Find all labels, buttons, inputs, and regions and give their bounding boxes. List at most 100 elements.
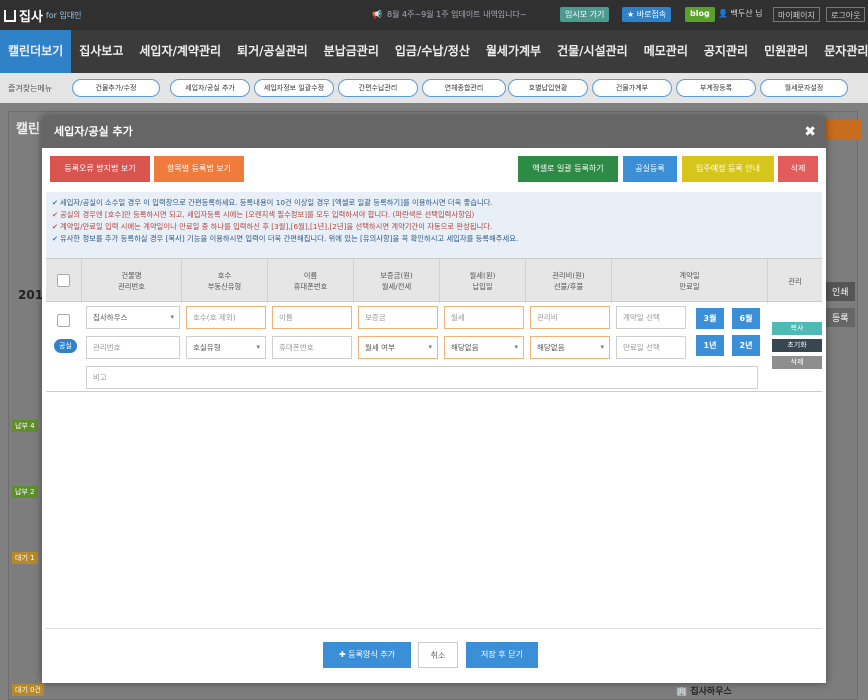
background-register-button: 등록 [826, 308, 855, 327]
app-logo[interactable]: 집사 for 임대인 [4, 6, 82, 25]
nav-vacancy[interactable]: 퇴거/공실관리 [229, 30, 316, 73]
copy-button[interactable]: 복사 [772, 322, 822, 335]
header-label: 관리비(원) [552, 271, 585, 280]
building-select[interactable]: 집사하우스 [86, 306, 180, 329]
background-tag: 납부 4 [12, 420, 38, 432]
main-nav: 캘린더보기 집사보고 세입자/계약관리 퇴거/공실관리 분납금관리 입금/수납/… [0, 30, 868, 73]
save-close-button[interactable]: 저장 후 닫기 [466, 642, 538, 668]
nav-notice[interactable]: 공지관리 [696, 30, 756, 73]
quick-item-add-tenant[interactable]: 세입자/공실 추가 [170, 79, 250, 97]
fee-input[interactable]: 관리비 [530, 306, 610, 329]
contract-date-input[interactable]: 계약일 선택 [616, 306, 686, 329]
header-rent: 월세(원) 납입일 [440, 259, 526, 303]
quick-item-overdue[interactable]: 연체종합관리 [422, 79, 506, 97]
header-label: 호수 [217, 271, 232, 280]
mgmt-number-input[interactable]: 관리번호 [86, 336, 180, 359]
favorites-label: 즐겨찾는메뉴 [8, 84, 53, 93]
memo-textarea[interactable]: 비고 [86, 366, 758, 389]
close-icon[interactable]: ✖ [804, 116, 816, 148]
quick-item-simple-payment[interactable]: 간편수납관리 [338, 79, 418, 97]
nav-report[interactable]: 집사보고 [71, 30, 131, 73]
info-text: 계약일/만료일 입력 시에는 계약일이나 만료일 중 하나를 입력하신 후 [3… [60, 222, 493, 231]
nav-memo[interactable]: 메모관리 [636, 30, 696, 73]
entry-row: 공실 집사하우스 호수(호 제외) 이름 보증금 월세 관리비 계약일 선택 관… [46, 302, 822, 392]
period-2-years-button[interactable]: 2년 [732, 335, 760, 356]
excel-upload-button[interactable]: 엑셀로 일괄 등록하기 [518, 156, 618, 182]
header-manage: 관리 [768, 259, 822, 303]
quick-item-unit-status[interactable]: 호별납입현황 [508, 79, 588, 97]
favorites-bar: 즐겨찾는메뉴 건물추가/수정 세입자/공실 추가 세입자정보 일괄수정 간편수납… [0, 73, 868, 103]
header-unit: 호수 부동산유형 [182, 259, 268, 303]
header-name: 이름 휴대폰번호 [268, 259, 354, 303]
period-1-year-button[interactable]: 1년 [696, 335, 724, 356]
prepaid-select[interactable]: 해당없음 [530, 336, 610, 359]
rent-input[interactable]: 월세 [444, 306, 524, 329]
cancel-button[interactable]: 취소 [418, 642, 458, 668]
header-label: 만료일 [679, 282, 700, 291]
period-3-months-button[interactable]: 3월 [696, 308, 724, 329]
add-form-button[interactable]: ✚ 등록양식 추가 [323, 642, 411, 668]
row-checkbox[interactable] [57, 314, 70, 327]
logo-subtitle: for 임대인 [45, 11, 82, 20]
unit-type-select[interactable]: 호실유형 [186, 336, 266, 359]
background-bottom-label: 🏢 집사하우스 [676, 684, 732, 697]
header-label: 보증금(원) [380, 271, 413, 280]
reset-button[interactable]: 초기화 [772, 339, 822, 352]
move-in-guide-button[interactable]: 입주예정 등록 안내 [682, 156, 774, 182]
unit-input[interactable]: 호수(호 제외) [186, 306, 266, 329]
delete-button[interactable]: 삭제 [778, 156, 818, 182]
nav-sms[interactable]: 문자관리 [816, 30, 868, 73]
user-label: 백두산 님 [730, 9, 763, 18]
header-label: 관리번호 [118, 282, 145, 291]
deposit-input[interactable]: 보증금 [358, 306, 438, 329]
header-deposit: 보증금(원) 월세/전세 [354, 259, 440, 303]
user-name[interactable]: 👤 백두산 님 [718, 8, 763, 19]
name-input[interactable]: 이름 [272, 306, 352, 329]
nav-installments[interactable]: 분납금관리 [316, 30, 387, 73]
logout-link[interactable]: 로그아웃 [826, 7, 866, 22]
expiry-date-input[interactable]: 만료일 선택 [616, 336, 686, 359]
error-guide-button[interactable]: 등록오류 방지법 보기 [50, 156, 150, 182]
period-6-months-button[interactable]: 6월 [732, 308, 760, 329]
nav-ledger[interactable]: 월세가계부 [478, 30, 549, 73]
top-bar: 집사 for 임대인 📢 8월 4주~9월 1주 업데이트 내역입니다~ 임시모… [0, 0, 868, 30]
blog-button[interactable]: blog [685, 7, 715, 22]
footer-divider [46, 628, 822, 629]
logo-text: 집사 [19, 10, 43, 25]
quick-item-building-edit[interactable]: 건물추가/수정 [72, 79, 160, 97]
header-label: 부동산유형 [207, 282, 242, 291]
user-icon: 👤 [718, 9, 728, 18]
info-text: 세입자/공실이 소수일 경우 이 입력창으로 간편등록하세요. 등록내용이 10… [60, 198, 493, 207]
update-notice[interactable]: 📢 8월 4주~9월 1주 업데이트 내역입니다~ [372, 9, 527, 20]
header-contract: 계약일 만료일 [612, 259, 768, 303]
header-fee: 관리비(원) 선불/후불 [526, 259, 612, 303]
header-label: 관리 [788, 276, 802, 286]
preview-button[interactable]: 임시모 가기 [560, 7, 610, 22]
rent-type-select[interactable]: 월세 여부 [358, 336, 438, 359]
type-guide-button[interactable]: 항목별 등록법 보기 [154, 156, 244, 182]
quick-item-sms-setting[interactable]: 월세문자설정 [760, 79, 848, 97]
quick-item-ledger[interactable]: 건물가계부 [592, 79, 672, 97]
mypage-link[interactable]: 마이페이지 [773, 7, 820, 22]
quick-item-subaccount[interactable]: 부계정등록 [676, 79, 756, 97]
nav-tenants[interactable]: 세입자/계약관리 [131, 30, 229, 73]
check-icon: ✔ [52, 234, 59, 243]
modal-title: 세입자/공실 추가 [54, 125, 133, 138]
header-label: 휴대폰번호 [293, 282, 328, 291]
megaphone-icon: 📢 [372, 10, 382, 19]
vacancy-register-button[interactable]: 공실등록 [623, 156, 677, 182]
nav-complaints[interactable]: 민원관리 [756, 30, 816, 73]
phone-input[interactable]: 휴대폰번호 [272, 336, 352, 359]
nav-buildings[interactable]: 건물/시설관리 [549, 30, 636, 73]
info-text: 공실의 경우엔 [호수]만 등록하시면 되고, 세입자등록 시에는 [오렌지색 … [60, 210, 475, 219]
shortcut-button[interactable]: ★ 바로접속 [622, 7, 672, 22]
table-header: 건물명 관리번호 호수 부동산유형 이름 휴대폰번호 보증금(원) 월세/전세 … [46, 258, 822, 303]
header-select-all [46, 259, 82, 303]
quick-item-bulk-edit[interactable]: 세입자정보 일괄수정 [254, 79, 334, 97]
row-delete-button[interactable]: 삭제 [772, 356, 822, 369]
nav-payments[interactable]: 입금/수납/정산 [387, 30, 478, 73]
pay-day-select[interactable]: 해당없음 [444, 336, 524, 359]
select-all-checkbox[interactable] [57, 274, 70, 287]
nav-calendar[interactable]: 캘린더보기 [0, 30, 72, 73]
vacancy-badge: 공실 [54, 339, 77, 353]
